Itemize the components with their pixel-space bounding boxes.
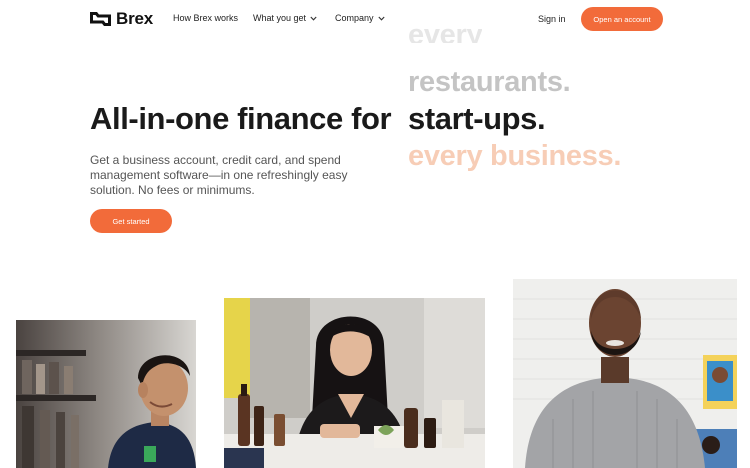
hero-subtext-line: management software—in one refreshingly … xyxy=(90,168,348,182)
hero-subtext-line: solution. No fees or minimums. xyxy=(90,183,255,197)
nav-link-label: How Brex works xyxy=(173,13,239,23)
open-account-button[interactable]: Open an account xyxy=(581,7,663,31)
chevron-down-icon xyxy=(310,16,317,21)
photo-woman-at-table-image xyxy=(224,298,485,468)
chevron-down-icon xyxy=(377,16,385,21)
nav-how-brex-works[interactable]: How Brex works xyxy=(173,13,238,23)
photo-smiling-man-image xyxy=(16,320,196,468)
photo-smiling-man xyxy=(16,320,196,468)
hero-subtext: Get a business account, credit card, and… xyxy=(90,153,390,198)
nav-company[interactable]: Company xyxy=(335,13,385,23)
hero-subtext-line: Get a business account, credit card, and… xyxy=(90,153,341,167)
brand-name: Brex xyxy=(116,9,154,28)
rotating-word-next: every business. xyxy=(408,140,622,172)
sign-in-link[interactable]: Sign in xyxy=(538,14,566,24)
nav-link-label: What you get xyxy=(253,13,307,23)
brex-logo-icon xyxy=(90,12,111,26)
rotating-word-current: start-ups. xyxy=(408,101,546,136)
nav-what-you-get[interactable]: What you get xyxy=(253,13,317,23)
rotating-word-previous: restaurants. xyxy=(408,66,571,98)
rotating-word-ghost: every xyxy=(408,27,483,43)
photo-bearded-man xyxy=(513,279,737,468)
get-started-button[interactable]: Get started xyxy=(90,209,172,233)
brex-logo[interactable]: Brex xyxy=(90,9,153,29)
top-nav: Brex How Brex works What you get Company… xyxy=(0,0,750,38)
hero-headline: All-in-one finance for xyxy=(90,101,392,136)
nav-link-label: Company xyxy=(335,13,374,23)
photo-bearded-man-image xyxy=(513,279,737,468)
photo-woman-at-table xyxy=(224,298,485,468)
